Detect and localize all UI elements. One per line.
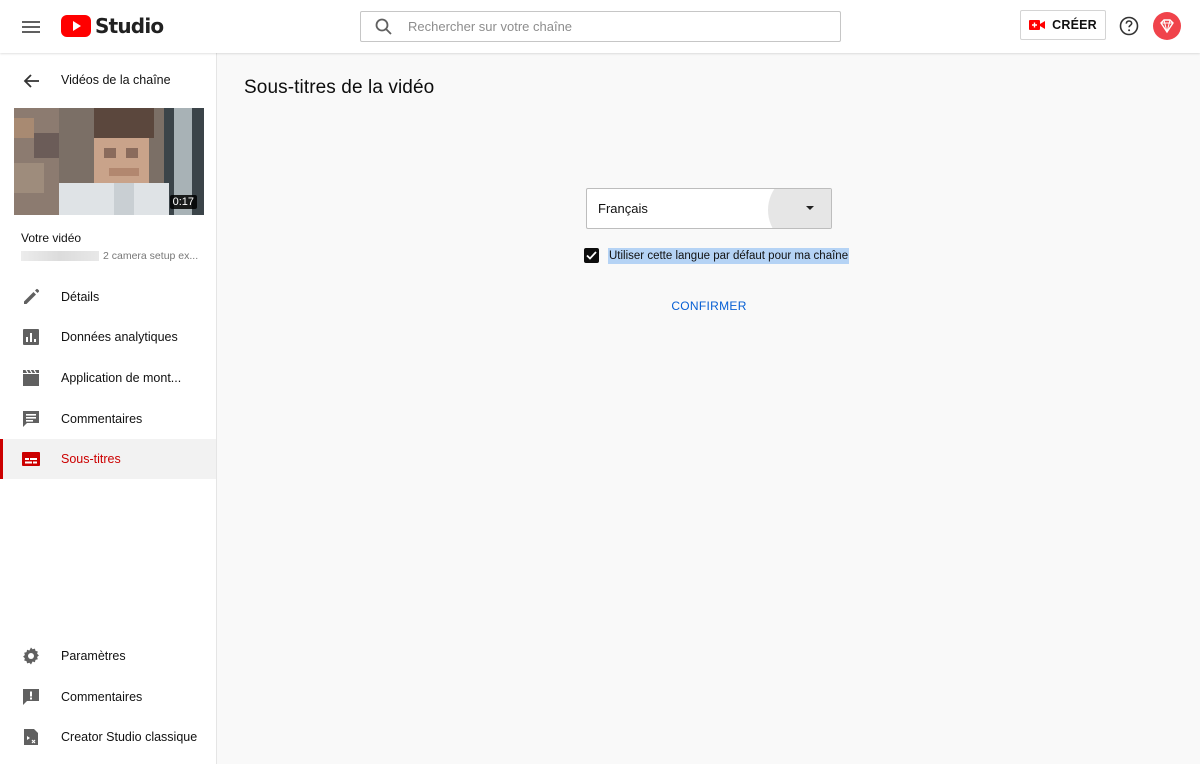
youtube-play-icon (61, 15, 91, 37)
classic-studio-icon (21, 727, 41, 747)
sidebar-item-editor[interactable]: Application de mont... (0, 358, 216, 398)
video-camera-icon (1029, 20, 1046, 30)
back-label: Vidéos de la chaîne (61, 73, 171, 87)
search-box[interactable] (360, 11, 841, 42)
create-label: CRÉER (1052, 18, 1097, 32)
sidebar-item-subtitles[interactable]: Sous-titres (0, 439, 216, 479)
sidebar-item-label: Application de mont... (61, 371, 182, 385)
checkmark-icon (586, 251, 597, 260)
search-icon (374, 17, 394, 37)
video-thumbnail[interactable]: 0:17 (14, 108, 204, 215)
search-input[interactable] (408, 12, 828, 41)
video-subtitle: 2 camera setup ex... (21, 250, 201, 262)
sidebar-item-analytics[interactable]: Données analytiques (0, 317, 216, 357)
sidebar-item-feedback[interactable]: Commentaires (0, 677, 216, 717)
avatar[interactable] (1153, 12, 1181, 40)
subtitles-icon (21, 449, 41, 469)
sidebar-item-label: Données analytiques (61, 330, 178, 344)
arrow-back-icon (22, 71, 42, 91)
top-bar: Studio CRÉER (0, 0, 1200, 53)
your-video-label: Votre vidéo (21, 231, 82, 245)
select-hover-ripple (768, 189, 831, 228)
video-title-text: 2 camera setup ex... (103, 250, 199, 262)
page-title: Sous-titres de la vidéo (244, 77, 435, 98)
sidebar: Vidéos de la chaîne 0:17 Votre vidéo 2 c… (0, 53, 217, 764)
language-select[interactable]: Français (586, 188, 832, 229)
clapperboard-icon (21, 368, 41, 388)
default-language-label[interactable]: Utiliser cette langue par défaut pour ma… (608, 248, 850, 264)
sidebar-item-label: Paramètres (61, 649, 126, 663)
analytics-icon (21, 327, 41, 347)
studio-logo[interactable]: Studio (61, 14, 164, 38)
sidebar-item-settings[interactable]: Paramètres (0, 636, 216, 676)
create-button[interactable]: CRÉER (1020, 10, 1106, 40)
sidebar-item-details[interactable]: Détails (0, 277, 216, 317)
default-language-checkbox[interactable] (584, 248, 599, 263)
gear-icon (21, 646, 41, 666)
sidebar-item-label: Commentaires (61, 690, 143, 704)
feedback-icon (21, 687, 41, 707)
sidebar-item-label: Sous-titres (61, 452, 121, 466)
redacted-channel-name (21, 251, 99, 261)
sidebar-item-label: Détails (61, 290, 100, 304)
sidebar-item-label: Creator Studio classique (61, 730, 198, 744)
diamond-icon (1160, 19, 1174, 34)
back-to-channel-videos[interactable]: Vidéos de la chaîne (0, 63, 216, 99)
help-icon[interactable] (1118, 15, 1140, 37)
sidebar-item-classic-studio[interactable]: Creator Studio classique (0, 717, 216, 757)
caret-down-icon (806, 206, 814, 210)
pencil-icon (21, 287, 41, 307)
language-select-value: Français (598, 201, 648, 216)
sidebar-item-label: Commentaires (61, 412, 143, 426)
video-duration: 0:17 (169, 195, 197, 209)
comment-icon (21, 409, 41, 429)
logo-text: Studio (95, 14, 164, 38)
confirm-button[interactable]: CONFIRMER (668, 296, 750, 316)
sidebar-item-comments[interactable]: Commentaires (0, 399, 216, 439)
menu-icon[interactable] (19, 15, 43, 39)
